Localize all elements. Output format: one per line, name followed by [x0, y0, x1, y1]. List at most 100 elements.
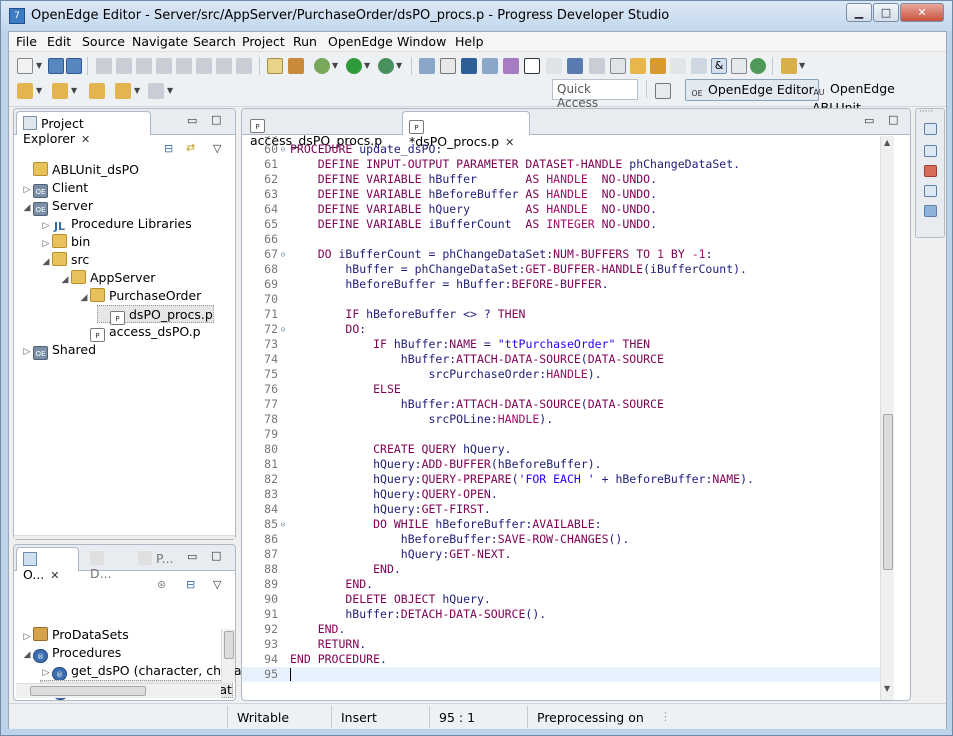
code-line[interactable]: 66: [242, 232, 882, 247]
tile-view-icon[interactable]: [482, 58, 498, 74]
external-tools-icon[interactable]: [378, 58, 394, 74]
code-line[interactable]: 72 ⊖ DO:: [242, 322, 882, 337]
terminate-icon[interactable]: [136, 58, 152, 74]
code-line[interactable]: 94 END PROCEDURE.: [242, 652, 882, 667]
code-line[interactable]: 80 CREATE QUERY hQuery.: [242, 442, 882, 457]
next-annotation-icon[interactable]: [17, 83, 33, 99]
view-menu-icon[interactable]: ▽: [213, 578, 221, 591]
dropdown-arrow-icon[interactable]: ▼: [332, 61, 338, 70]
minimize-view-icon[interactable]: ▭: [187, 550, 197, 563]
outline-item[interactable]: ▷ ProDataSets: [21, 626, 129, 644]
code-line[interactable]: 82 hQuery:QUERY-PREPARE('FOR EACH ' + hB…: [242, 472, 882, 487]
lightbulb-icon[interactable]: [630, 58, 646, 74]
menu-source[interactable]: Source: [82, 34, 125, 49]
maximize-button[interactable]: □: [873, 3, 899, 22]
step-into-icon[interactable]: [176, 58, 192, 74]
run-icon[interactable]: [346, 58, 362, 74]
ampersand-icon[interactable]: &: [711, 58, 727, 74]
widget-icon[interactable]: [503, 58, 519, 74]
expand-toggle-icon[interactable]: ◢: [21, 199, 33, 217]
sql-icon[interactable]: [567, 58, 583, 74]
dropdown-arrow-icon[interactable]: ▼: [167, 86, 173, 95]
menu-navigate[interactable]: Navigate: [132, 34, 188, 49]
menu-help[interactable]: Help: [455, 34, 484, 49]
code-line[interactable]: 87 hQuery:GET-NEXT.: [242, 547, 882, 562]
step-return-icon[interactable]: [216, 58, 232, 74]
close-icon[interactable]: ✕: [50, 569, 59, 582]
scroll-thumb[interactable]: [30, 686, 146, 696]
tree-item[interactable]: ◢ AppServer: [59, 269, 155, 287]
view-menu-icon[interactable]: ▽: [213, 142, 221, 155]
tab-access-dspo-procs[interactable]: Paccess_dsPO_procs.p: [244, 111, 394, 148]
syntax-check-icon[interactable]: [267, 58, 283, 74]
disconnect-icon[interactable]: [156, 58, 172, 74]
tab-dspo-procs[interactable]: P*dsPO_procs.p ✕: [402, 111, 530, 149]
code-line[interactable]: 88 END.: [242, 562, 882, 577]
code-line[interactable]: 73 IF hBuffer:NAME = "ttPurchaseOrder" T…: [242, 337, 882, 352]
tab-project-explorer[interactable]: Project Explorer ✕: [16, 111, 151, 146]
scroll-down-arrow-icon[interactable]: ▼: [884, 684, 890, 693]
expand-toggle-icon[interactable]: ◢: [40, 253, 52, 271]
tab-d[interactable]: D...: [84, 547, 132, 581]
dropdown-arrow-icon[interactable]: ▼: [396, 61, 402, 70]
code-line[interactable]: 95: [242, 667, 882, 682]
code-line[interactable]: 64 DEFINE VARIABLE hQuery AS HANDLE NO-U…: [242, 202, 882, 217]
code-line[interactable]: 92 END.: [242, 622, 882, 637]
database-icon[interactable]: [650, 58, 666, 74]
tree-item[interactable]: ▷ bin: [40, 233, 90, 251]
editor-vertical-scrollbar[interactable]: ▲ ▼: [880, 136, 894, 700]
save-icon[interactable]: [48, 58, 64, 74]
code-line[interactable]: 62 DEFINE VARIABLE hBuffer AS HANDLE NO-…: [242, 172, 882, 187]
drop-frame-icon[interactable]: [236, 58, 252, 74]
new-file-icon[interactable]: [17, 58, 33, 74]
perspective-openedge-editor[interactable]: OE OpenEdge Editor: [685, 79, 819, 101]
doc-help-icon[interactable]: [731, 58, 747, 74]
code-line[interactable]: 76 ELSE: [242, 382, 882, 397]
dropdown-arrow-icon[interactable]: ▼: [364, 61, 370, 70]
code-line[interactable]: 83 hQuery:QUERY-OPEN.: [242, 487, 882, 502]
code-line[interactable]: 75 srcPurchaseOrder:HANDLE).: [242, 367, 882, 382]
code-line[interactable]: 89 END.: [242, 577, 882, 592]
code-line[interactable]: 65 DEFINE VARIABLE iBufferCount AS INTEG…: [242, 217, 882, 232]
code-line[interactable]: 63 DEFINE VARIABLE hBeforeBuffer AS HAND…: [242, 187, 882, 202]
maximize-view-icon[interactable]: □: [211, 113, 221, 126]
outline-item[interactable]: ◢ ® Procedures: [21, 644, 121, 663]
previous-annotation-icon[interactable]: [52, 83, 68, 99]
tree-item[interactable]: ▷ JL Procedure Libraries: [40, 215, 192, 233]
expand-toggle-icon[interactable]: ▷: [21, 343, 33, 361]
minimize-button[interactable]: ▁: [846, 3, 872, 22]
expand-toggle-icon[interactable]: ◢: [59, 271, 71, 289]
abl-icon[interactable]: [524, 58, 540, 74]
tree-item[interactable]: ▷ OE Client: [21, 179, 88, 198]
outline-horizontal-scrollbar[interactable]: [16, 683, 221, 698]
menu-run[interactable]: Run: [293, 34, 317, 49]
expand-toggle-icon[interactable]: ◢: [78, 289, 90, 307]
code-line[interactable]: 91 hBuffer:DETACH-DATA-SOURCE().: [242, 607, 882, 622]
properties-icon[interactable]: [924, 205, 937, 217]
maximize-view-icon[interactable]: □: [888, 113, 898, 126]
fold-toggle-icon[interactable]: ⊖: [278, 142, 288, 157]
fold-toggle-icon[interactable]: ⊖: [278, 322, 288, 337]
collapse-all-icon[interactable]: ⊟: [186, 578, 195, 591]
fold-toggle-icon[interactable]: ⊖: [278, 247, 288, 262]
scroll-thumb[interactable]: [224, 631, 234, 659]
last-edit-location-icon[interactable]: [89, 83, 105, 99]
menu-file[interactable]: File: [16, 34, 37, 49]
restore-icon[interactable]: [924, 123, 937, 135]
menu-project[interactable]: Project: [242, 34, 285, 49]
code-line[interactable]: 67 ⊖ DO iBufferCount = phChangeDataSet:NU…: [242, 247, 882, 262]
perspective-openedge-ablunit[interactable]: AUOpenEdge ABLUnit: [808, 79, 946, 115]
dropdown-arrow-icon[interactable]: ▼: [134, 86, 140, 95]
close-icon[interactable]: ✕: [81, 133, 90, 146]
code-line[interactable]: 71 IF hBeforeBuffer <> ? THEN: [242, 307, 882, 322]
database-tools-icon[interactable]: [670, 58, 686, 74]
fold-toggle-icon[interactable]: ⊖: [278, 517, 288, 532]
scroll-thumb[interactable]: [883, 414, 893, 570]
code-line[interactable]: 90 DELETE OBJECT hQuery.: [242, 592, 882, 607]
code-line[interactable]: 86 hBeforeBuffer:SAVE-ROW-CHANGES().: [242, 532, 882, 547]
status-grip-icon[interactable]: ⋮: [660, 710, 671, 723]
compile-icon[interactable]: [288, 58, 304, 74]
tree-item[interactable]: ◢ OE Server: [21, 197, 93, 217]
grid-view-icon[interactable]: [419, 58, 435, 74]
tree-item[interactable]: ◢ PurchaseOrder: [78, 287, 201, 305]
